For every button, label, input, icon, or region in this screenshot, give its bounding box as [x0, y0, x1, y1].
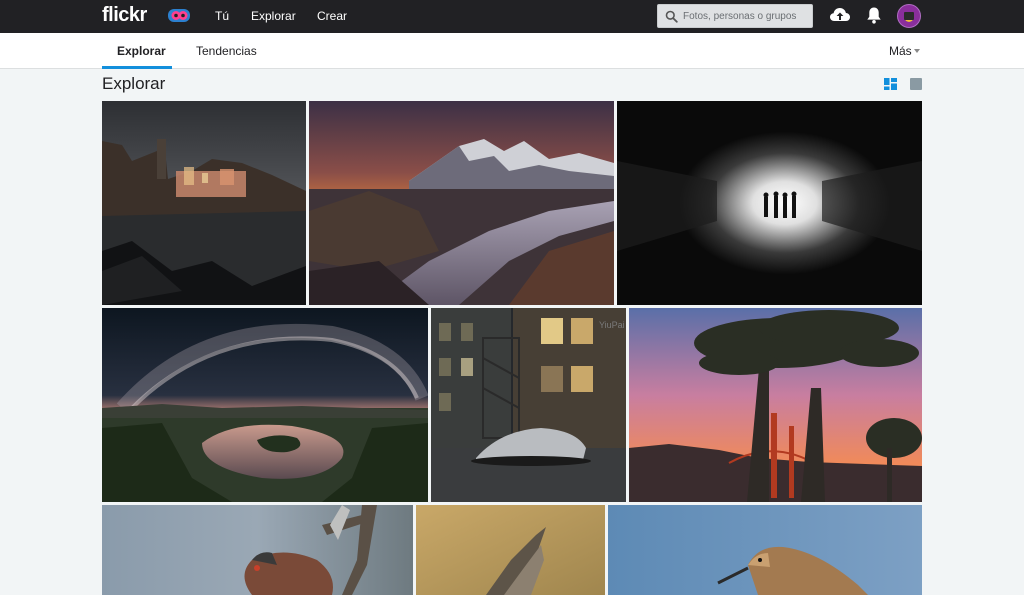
nav-link-explore[interactable]: Explorar	[251, 9, 296, 23]
top-navigation-bar: flickr Tú Explorar Crear	[0, 0, 1024, 33]
page-title: Explorar	[102, 74, 166, 93]
search-input[interactable]	[683, 8, 811, 24]
photo-bird-in-flight[interactable]	[416, 505, 605, 595]
active-tab-indicator	[102, 66, 172, 69]
justified-view-icon[interactable]	[884, 78, 897, 90]
search-box[interactable]	[657, 4, 813, 28]
photo-watermark: YiuPai	[599, 320, 625, 330]
more-menu[interactable]: Más	[889, 44, 912, 58]
chevron-down-icon[interactable]	[914, 49, 920, 53]
photo-mountain-sunset[interactable]	[309, 101, 614, 305]
photo-tunnel-silhouettes[interactable]	[617, 101, 922, 305]
photo-village-night[interactable]	[102, 101, 306, 305]
explore-subnav: Explorar Tendencias Más	[0, 33, 1024, 69]
flickr-pro-badge-icon[interactable]	[167, 7, 191, 24]
user-avatar[interactable]	[897, 4, 921, 28]
photo-sandpiper[interactable]	[608, 505, 922, 595]
nav-link-you[interactable]: Tú	[215, 9, 229, 23]
upload-cloud-icon[interactable]	[829, 6, 851, 25]
tab-explore[interactable]: Explorar	[117, 44, 166, 58]
single-view-icon[interactable]	[910, 78, 922, 90]
search-icon[interactable]	[665, 10, 678, 23]
tab-trending[interactable]: Tendencias	[196, 44, 257, 58]
photo-bird-on-branch[interactable]	[102, 505, 413, 595]
photo-golden-gate-cypress[interactable]	[629, 308, 922, 502]
flickr-logo[interactable]: flickr	[102, 4, 147, 27]
notifications-bell-icon[interactable]	[866, 6, 882, 25]
nav-link-create[interactable]: Crear	[317, 9, 347, 23]
photo-covered-car-street[interactable]: YiuPai	[431, 308, 626, 502]
photo-milky-way-river[interactable]	[102, 308, 428, 502]
